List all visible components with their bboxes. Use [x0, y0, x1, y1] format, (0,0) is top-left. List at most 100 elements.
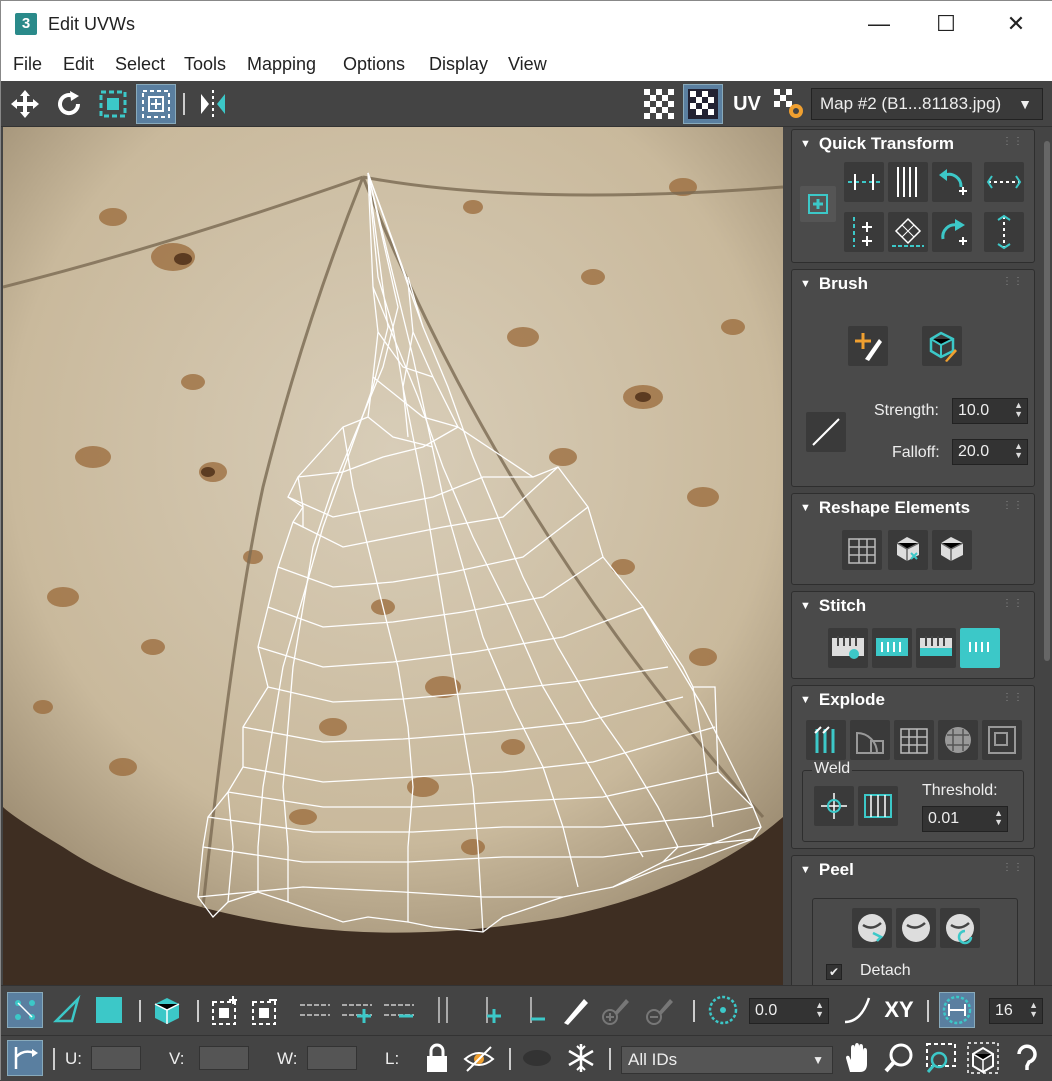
- rotate-cw-icon[interactable]: [932, 212, 972, 252]
- absolute-offset-icon[interactable]: [7, 1040, 43, 1076]
- edge-distance-icon[interactable]: [939, 992, 975, 1028]
- texture-settings-icon[interactable]: [769, 84, 809, 124]
- weld-selected-icon[interactable]: [814, 786, 854, 826]
- stitch-header[interactable]: ▼ Stitch: [800, 596, 866, 616]
- edge-distance-spinner[interactable]: 16 ▲ ▼: [989, 998, 1043, 1024]
- strength-spinner[interactable]: 10.0 ▲ ▼: [952, 398, 1028, 424]
- spinner-arrows-icon[interactable]: ▲ ▼: [1029, 1001, 1038, 1019]
- falloff-spinner[interactable]: 20.0 ▲ ▼: [952, 439, 1028, 465]
- falloff-type-icon[interactable]: [839, 992, 875, 1028]
- xy-toggle[interactable]: XY: [881, 992, 917, 1028]
- stitch-custom-icon[interactable]: [828, 628, 868, 668]
- peel-header[interactable]: ▼ Peel: [800, 860, 854, 880]
- zoom-extents-icon[interactable]: [965, 1040, 1001, 1076]
- zoom-region-icon[interactable]: [923, 1040, 959, 1076]
- weld-target-icon[interactable]: [858, 786, 898, 826]
- space-vertical-icon[interactable]: [984, 212, 1024, 252]
- relax-settings-icon[interactable]: [932, 530, 972, 570]
- map-select[interactable]: Map #2 (B1...81183.jpg) ▼: [811, 88, 1043, 120]
- ring-select-icon[interactable]: [425, 992, 461, 1028]
- space-horizontal-icon[interactable]: [984, 162, 1024, 202]
- element-mode-icon[interactable]: [149, 992, 185, 1028]
- edge-mode-icon[interactable]: [49, 992, 85, 1028]
- rotation-spinner[interactable]: 0.0 ▲ ▼: [749, 998, 829, 1024]
- menu-view[interactable]: View: [508, 54, 547, 75]
- minimize-button[interactable]: —: [856, 9, 902, 39]
- mirror-icon[interactable]: [193, 84, 233, 124]
- threshold-spinner[interactable]: 0.01 ▲ ▼: [922, 806, 1008, 832]
- stitch-to-target-icon[interactable]: [960, 628, 1000, 668]
- menu-options[interactable]: Options: [343, 54, 405, 75]
- pan-hand-icon[interactable]: [839, 1040, 875, 1076]
- loop-grow-icon[interactable]: [339, 992, 375, 1028]
- grow-selection-icon[interactable]: [209, 992, 245, 1028]
- stitch-average-icon[interactable]: [916, 628, 956, 668]
- spinner-arrows-icon[interactable]: ▲ ▼: [1014, 401, 1023, 419]
- freeze-icon[interactable]: [563, 1040, 599, 1076]
- hide-icon[interactable]: [461, 1040, 497, 1076]
- move-icon[interactable]: [5, 84, 45, 124]
- spinner-arrows-icon[interactable]: ▲ ▼: [815, 1001, 824, 1019]
- menu-display[interactable]: Display: [429, 54, 488, 75]
- paint-shrink-icon[interactable]: [641, 992, 677, 1028]
- align-horizontal-icon[interactable]: [844, 162, 884, 202]
- soft-selection-icon[interactable]: [705, 992, 741, 1028]
- face-mode-icon[interactable]: [91, 992, 127, 1028]
- reshape-header[interactable]: ▼ Reshape Elements: [800, 498, 970, 518]
- w-field[interactable]: [307, 1046, 357, 1070]
- straighten-icon[interactable]: [888, 212, 928, 252]
- maximize-button[interactable]: ☐: [923, 9, 969, 39]
- rotate-ccw-icon[interactable]: [932, 162, 972, 202]
- paint-grow-icon[interactable]: [597, 992, 633, 1028]
- stitch-to-source-icon[interactable]: [872, 628, 912, 668]
- v-field[interactable]: [199, 1046, 249, 1070]
- menu-select[interactable]: Select: [115, 54, 165, 75]
- pack-icon[interactable]: [982, 720, 1022, 760]
- paint-brush-move-icon[interactable]: [848, 326, 888, 366]
- loop-shrink-icon[interactable]: [381, 992, 417, 1028]
- close-button[interactable]: ✕: [993, 9, 1039, 39]
- menu-edit[interactable]: Edit: [63, 54, 94, 75]
- lock-icon[interactable]: [419, 1040, 455, 1076]
- material-id-select[interactable]: All IDs ▼: [621, 1046, 833, 1074]
- visibility-icon[interactable]: [519, 1040, 555, 1076]
- straighten-selection-icon[interactable]: [842, 530, 882, 570]
- brush-header[interactable]: ▼ Brush: [800, 274, 868, 294]
- rotate-icon[interactable]: [49, 84, 89, 124]
- flatten-by-material-icon[interactable]: [894, 720, 934, 760]
- menu-tools[interactable]: Tools: [184, 54, 226, 75]
- reset-peel-icon[interactable]: [940, 908, 980, 948]
- break-icon[interactable]: [806, 720, 846, 760]
- panel-scrollbar[interactable]: [1044, 141, 1050, 661]
- add-icon[interactable]: [800, 186, 836, 222]
- scale-icon[interactable]: [136, 84, 176, 124]
- freeform-mode-icon[interactable]: [93, 84, 133, 124]
- flatten-by-smoothing-icon[interactable]: [938, 720, 978, 760]
- vertex-mode-icon[interactable]: [7, 992, 43, 1028]
- relax-icon[interactable]: [888, 530, 928, 570]
- flatten-by-angle-icon[interactable]: [850, 720, 890, 760]
- detach-checkbox[interactable]: ✔: [826, 964, 842, 980]
- ring-grow-icon[interactable]: [473, 992, 509, 1028]
- menu-mapping[interactable]: Mapping: [247, 54, 316, 75]
- peel-mode-icon[interactable]: [896, 908, 936, 948]
- explode-header[interactable]: ▼ Explode: [800, 690, 885, 710]
- checker-pattern-icon[interactable]: [639, 84, 679, 124]
- show-map-icon[interactable]: [683, 84, 723, 124]
- menu-file[interactable]: File: [13, 54, 42, 75]
- uv-toggle[interactable]: UV: [727, 84, 767, 124]
- zoom-icon[interactable]: [881, 1040, 917, 1076]
- align-vertical-icon[interactable]: [888, 162, 928, 202]
- u-field[interactable]: [91, 1046, 141, 1070]
- spinner-arrows-icon[interactable]: ▲ ▼: [994, 809, 1003, 827]
- loop-select-icon[interactable]: [297, 992, 333, 1028]
- uv-viewport[interactable]: [3, 127, 783, 985]
- quick-peel-icon[interactable]: [852, 908, 892, 948]
- align-to-edge-icon[interactable]: [844, 212, 884, 252]
- falloff-curve-icon[interactable]: [806, 412, 846, 452]
- shrink-selection-icon[interactable]: [249, 992, 285, 1028]
- relax-brush-icon[interactable]: [922, 326, 962, 366]
- quick-transform-header[interactable]: ▼ Quick Transform: [800, 134, 954, 154]
- ring-shrink-icon[interactable]: [517, 992, 553, 1028]
- help-icon[interactable]: [1009, 1040, 1045, 1076]
